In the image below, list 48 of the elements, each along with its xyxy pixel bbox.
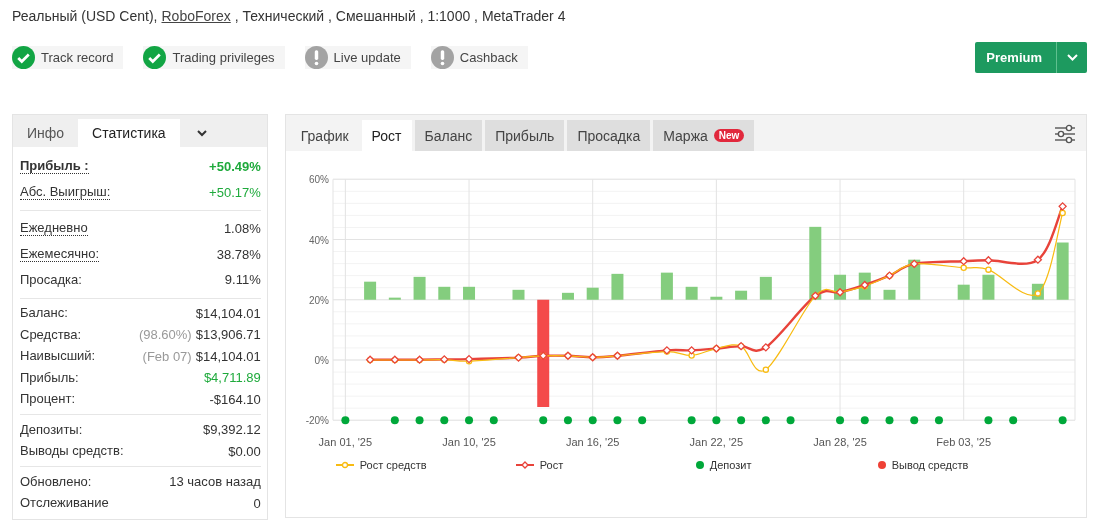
stat-label: Средства:: [20, 327, 82, 342]
axis-label: 0%: [314, 355, 329, 366]
stat-label: Обновлено:: [20, 474, 92, 489]
axis-label: -20%: [305, 415, 329, 427]
stat-value: 0: [253, 495, 261, 511]
stat-label: Баланс:: [20, 306, 68, 321]
stat-value: 38.78%: [216, 246, 261, 262]
badge-label: Live update: [333, 50, 401, 65]
stat-value: 9.11%: [224, 272, 261, 288]
new-badge: New: [713, 129, 745, 142]
axis-label: 20%: [308, 294, 329, 306]
stat-label: Прибыль :: [20, 159, 89, 175]
stat-value: $14,104.01: [195, 348, 261, 364]
axis-label: Feb 03, '25: [936, 436, 991, 449]
stat-value: +50.17%: [209, 184, 261, 200]
account-info: Реальный (USD Cent),: [12, 8, 158, 24]
stat-value: 13 часов назад: [169, 474, 261, 490]
axis-label: Jan 28, '25: [813, 436, 867, 449]
stat-label: Ежемесячно:: [20, 246, 100, 262]
stat-label: Выводы средств:: [20, 444, 124, 459]
badge-label: Track record: [41, 50, 114, 65]
stat-label: Депозиты:: [20, 422, 83, 437]
stat-note: (Feb 07): [142, 348, 192, 364]
stat-label: Ежедневно: [20, 221, 88, 237]
badge-label: Cashback: [459, 50, 518, 65]
stat-label: Отслеживание: [20, 496, 109, 511]
stat-value: -$164.10: [209, 391, 261, 407]
badge-label: Trading privileges: [172, 50, 275, 65]
axis-label: Jan 10, '25: [442, 436, 496, 449]
stat-note: (98.60%): [138, 327, 192, 343]
stat-label: Абс. Выигрыш:: [20, 184, 111, 200]
stat-label: Просадка:: [20, 272, 82, 287]
stat-value: +50.49%: [209, 159, 261, 175]
stat-label: Наивысший:: [20, 349, 96, 364]
stat-label: Прибыль:: [20, 370, 79, 385]
stat-value: 1.08%: [223, 221, 261, 237]
stat-value: $14,104.01: [195, 305, 261, 321]
stat-value: $0.00: [228, 443, 261, 459]
account-info: , Технический , Смешанный , 1:1000 , MetaTrader 4: [234, 8, 566, 24]
axis-label: Jan 16, '25: [565, 436, 620, 449]
axis-label: 40%: [308, 234, 329, 246]
stat-value: $4,711.89: [203, 370, 261, 386]
stat-value: $9,392.12: [202, 422, 261, 438]
axis-label: Jan 01, '25: [318, 436, 372, 449]
stat-value: $13,906.71: [195, 327, 261, 343]
axis-label: Jan 22, '25: [689, 436, 743, 449]
axis-label: 60%: [308, 174, 329, 186]
stat-label: Процент:: [20, 392, 76, 407]
